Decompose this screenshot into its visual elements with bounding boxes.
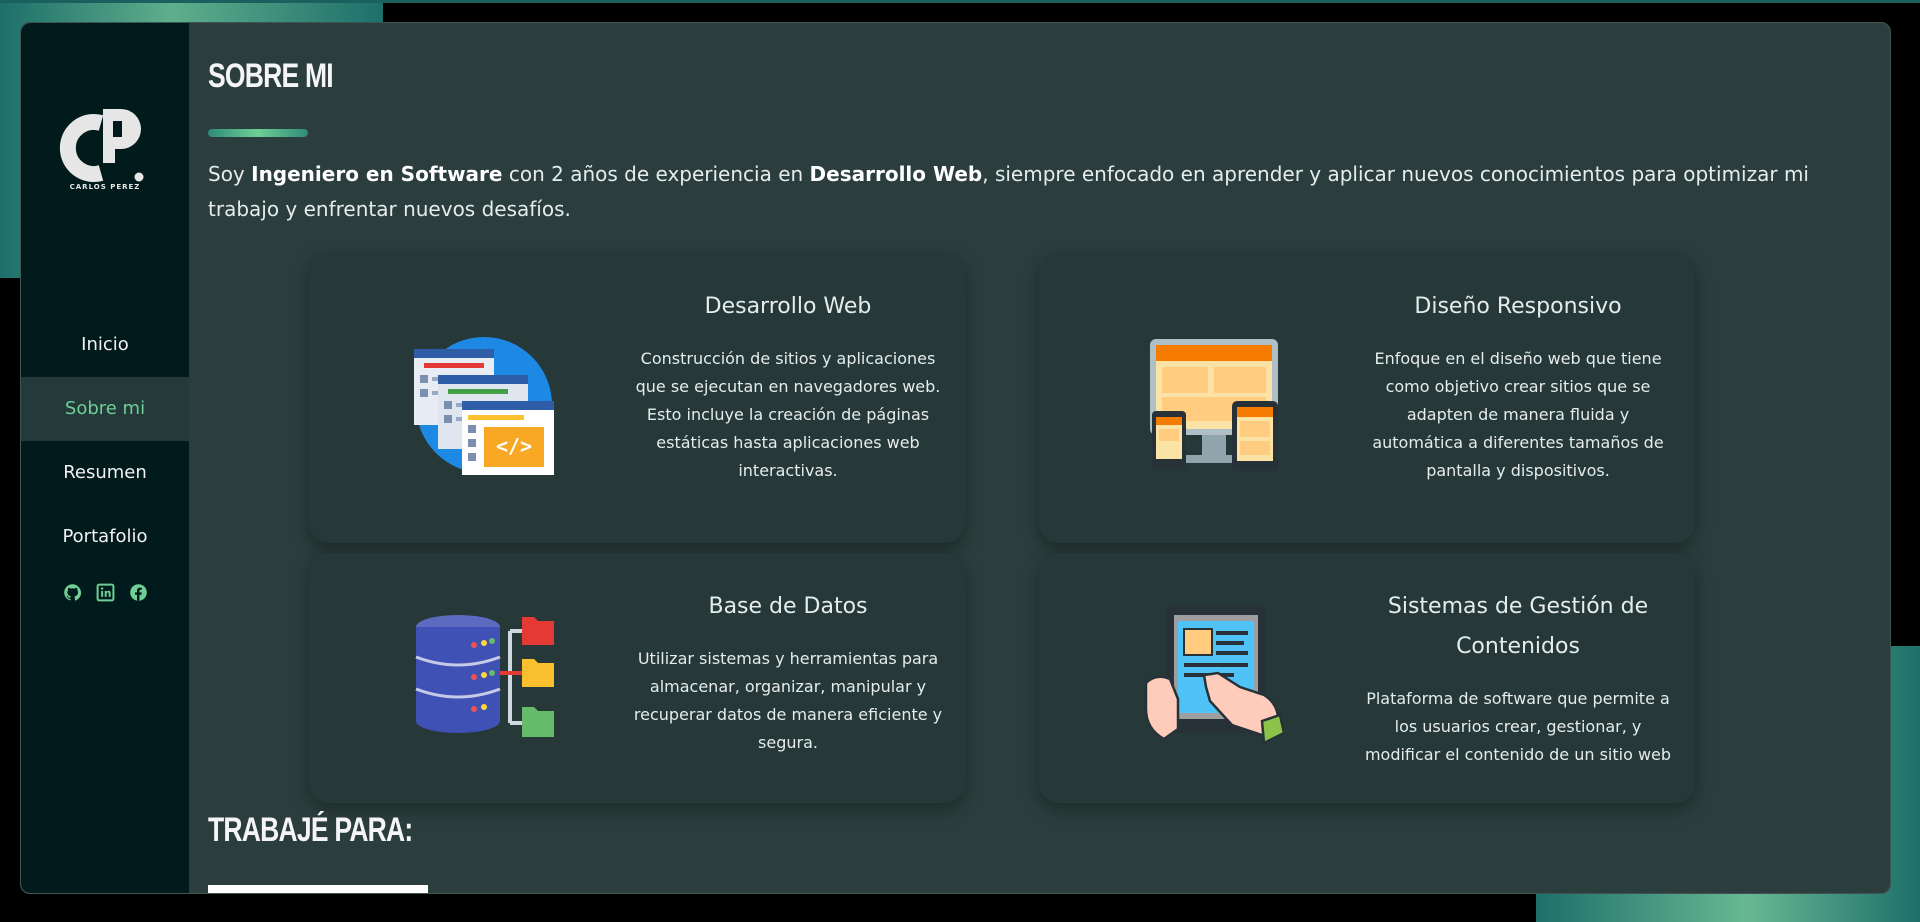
service-description: Plataforma de software que permite a los… (1364, 689, 1672, 764)
cms-icon (1144, 605, 1284, 743)
service-description: Construcción de sitios y aplicaciones qu… (635, 349, 941, 480)
service-card-web: </> Desarrollo Web Construcción de sitio… (309, 253, 965, 543)
nav-item-resumen[interactable]: Resumen (21, 441, 189, 505)
facebook-icon[interactable] (129, 583, 148, 602)
nav-item-inicio[interactable]: Inicio (21, 313, 189, 377)
service-description: Utilizar sistemas y herramientas para al… (633, 649, 943, 752)
service-title: Base de Datos (708, 594, 868, 619)
service-description: Enfoque en el diseño web que tiene como … (1372, 349, 1664, 480)
intro-strong-1: Ingeniero en Software (251, 162, 503, 186)
database-icon (415, 615, 554, 737)
service-title: Diseño Responsivo (1414, 294, 1622, 319)
social-links (21, 583, 189, 602)
worked-for-title: TRABAJÉ PARA: (208, 811, 413, 849)
sidebar-nav: Inicio Sobre mi Resumen Portafolio (21, 313, 189, 569)
linkedin-icon[interactable] (96, 583, 115, 602)
service-card-cms: Sistemas de Gestión de Contenidos Plataf… (1039, 553, 1695, 803)
service-card-database: Base de Datos Utilizar sistemas y herram… (309, 553, 965, 803)
company-logo-strip (208, 885, 428, 893)
title-underline (208, 129, 308, 137)
brand-name: CARLOS PEREZ (69, 183, 141, 191)
service-title: Sistemas de Gestión de Contenidos (1387, 594, 1649, 659)
about-section: SOBRE MI Soy Ingeniero en Software con 2… (208, 23, 1890, 893)
svg-text:</>: </> (496, 434, 532, 458)
intro-paragraph: Soy Ingeniero en Software con 2 años de … (208, 157, 1848, 227)
github-icon[interactable] (63, 583, 82, 602)
responsive-design-icon (1150, 339, 1278, 471)
nav-item-portafolio[interactable]: Portafolio (21, 505, 189, 569)
sidebar: CARLOS PEREZ Inicio Sobre mi Resumen Por… (21, 23, 189, 893)
service-title: Desarrollo Web (704, 294, 872, 319)
section-title: SOBRE MI (208, 57, 334, 95)
web-development-icon: </> (414, 337, 554, 475)
main-window: CARLOS PEREZ Inicio Sobre mi Resumen Por… (20, 22, 1891, 894)
intro-strong-2: Desarrollo Web (809, 162, 983, 186)
service-card-responsive: Diseño Responsivo Enfoque en el diseño w… (1039, 253, 1695, 543)
intro-text-1: Soy (208, 162, 252, 186)
nav-item-sobre-mi[interactable]: Sobre mi (21, 377, 189, 441)
top-accent-line (0, 0, 1920, 3)
intro-text-2: con 2 años de experiencia en (502, 162, 810, 186)
